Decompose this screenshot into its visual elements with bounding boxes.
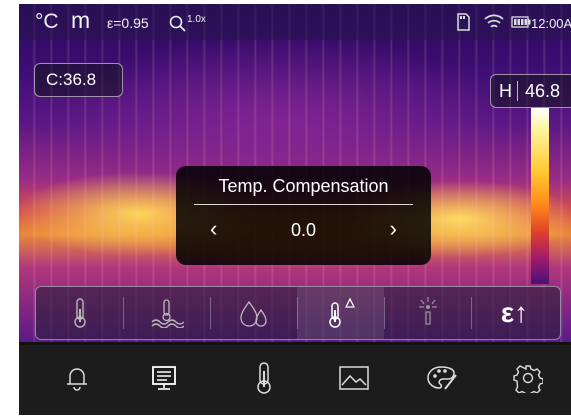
display-icon [152, 366, 176, 390]
zoom-value: 1.0x [187, 14, 206, 25]
emissivity-indicator: ε=0.95 [107, 15, 149, 31]
emissivity-icon: ε↑ [500, 297, 529, 328]
image-menu-button[interactable] [329, 353, 379, 403]
thermal-camera-screen: °C m ε=0.95 1.0x 12:00AM C:36.8 H 46.8 T… [19, 4, 571, 415]
palette-menu-button[interactable] [417, 353, 467, 403]
zoom-indicator: 1.0x [169, 14, 206, 33]
temperature-icon [257, 362, 271, 394]
clock: 12:00AM [531, 16, 571, 31]
measure-mode: m [71, 7, 91, 33]
display-menu-button[interactable] [139, 353, 189, 403]
sd-card-icon [455, 13, 471, 36]
alarm-menu-button[interactable] [52, 353, 102, 403]
emissivity-tool[interactable]: ε↑ [471, 287, 558, 339]
max-value: 46.8 [525, 81, 561, 101]
temperature-unit: °C [35, 10, 59, 33]
color-scale-bar [531, 108, 549, 284]
water-temp-tool[interactable] [123, 287, 210, 339]
image-icon [339, 366, 369, 390]
status-bar: °C m ε=0.95 1.0x 12:00AM [19, 4, 571, 40]
dialog-title: Temp. Compensation [218, 176, 389, 196]
center-temperature: C:36.8 [34, 63, 123, 97]
humidity-tool[interactable] [210, 287, 297, 339]
measurement-toolbar: ε↑ [35, 286, 561, 340]
laser-icon [418, 297, 437, 325]
humidity-icon [239, 300, 267, 327]
magnifier-icon [169, 15, 186, 32]
increase-button[interactable]: › [390, 216, 397, 242]
max-label: H [499, 81, 512, 101]
temperature-menu-button[interactable] [239, 353, 289, 403]
battery-icon [511, 15, 531, 33]
settings-menu-button[interactable] [503, 353, 553, 403]
temp-compensation-tool[interactable] [297, 287, 384, 339]
max-temperature: H 46.8 [490, 74, 571, 108]
alarm-icon [67, 368, 87, 391]
thermometer-tool[interactable] [36, 287, 123, 339]
thermometer-icon [73, 298, 86, 328]
laser-tool[interactable] [384, 287, 471, 339]
temp-compensation-icon [328, 297, 355, 328]
main-menu-bar [19, 345, 571, 415]
wifi-icon [483, 12, 505, 35]
settings-icon [513, 365, 543, 393]
temp-compensation-dialog: Temp. Compensation ‹ 0.0 › [176, 166, 431, 265]
water-temp-icon [151, 299, 184, 328]
palette-icon [427, 366, 457, 390]
